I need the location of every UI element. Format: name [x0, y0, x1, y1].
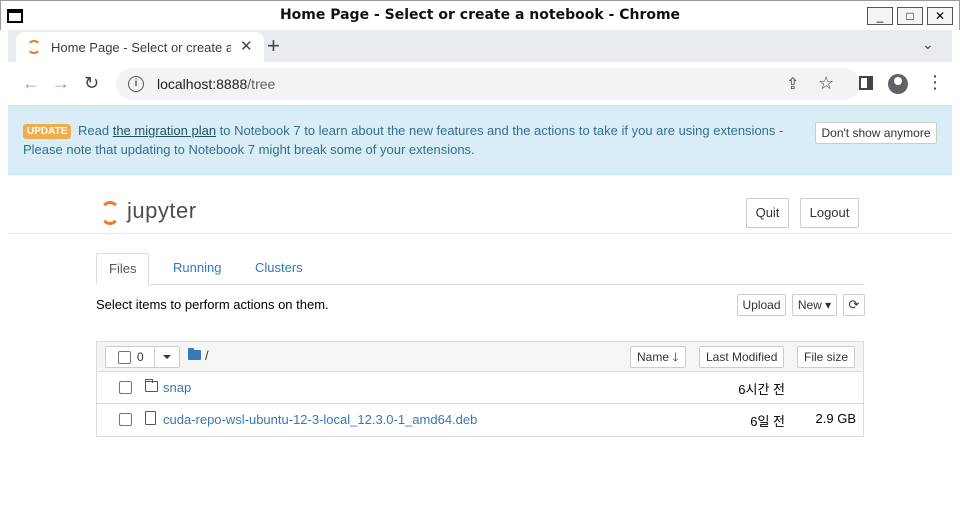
item-name-link[interactable]: cuda-repo-wsl-ubuntu-12-3-local_12.3.0-1… — [163, 412, 477, 427]
side-panel-icon[interactable] — [859, 76, 873, 90]
folder-icon[interactable] — [188, 348, 201, 360]
reload-button[interactable]: ↻ — [84, 73, 99, 94]
tab-running[interactable]: Running — [161, 253, 233, 285]
close-window-button[interactable]: ✕ — [927, 7, 953, 25]
forward-button[interactable]: → — [52, 73, 70, 94]
jupyter-logo-icon — [100, 201, 120, 225]
url-host: localhost:8888 — [157, 76, 248, 92]
upload-button[interactable]: Upload — [737, 294, 786, 316]
refresh-button[interactable]: ⟳ — [843, 294, 865, 316]
item-checkbox[interactable] — [119, 381, 132, 394]
site-info-icon[interactable]: i — [128, 76, 144, 92]
breadcrumb-root[interactable]: / — [205, 348, 209, 363]
browser-tabstrip: Home Page - Select or create a notebook … — [8, 30, 952, 62]
list-item[interactable]: snap 6시간 전 — [97, 372, 863, 404]
browser-menu-button[interactable]: ⋮ — [926, 73, 944, 91]
quit-button[interactable]: Quit — [746, 198, 789, 228]
profile-avatar-icon[interactable] — [888, 74, 908, 94]
new-tab-button[interactable]: + — [267, 33, 280, 59]
file-list-header: 0 / Name 🡓 Last Modified File size — [97, 342, 863, 372]
tab-clusters[interactable]: Clusters — [243, 253, 315, 285]
new-dropdown-button[interactable]: New ▾ — [792, 294, 837, 316]
banner-text-pre: Read — [78, 123, 113, 138]
item-name-link[interactable]: snap — [163, 380, 191, 395]
select-dropdown-button[interactable] — [154, 346, 180, 368]
item-size: 2.9 GB — [815, 411, 856, 426]
url-path: /tree — [247, 76, 276, 92]
tab-close-button[interactable]: ✕ — [240, 37, 253, 55]
sort-by-name-button[interactable]: Name 🡓 — [630, 346, 686, 368]
update-banner: Read the migration plan to Notebook 7 to… — [8, 106, 952, 175]
jupyter-header: jupyter Quit Logout — [8, 176, 952, 234]
sort-by-size-button[interactable]: File size — [797, 346, 856, 368]
folder-icon — [145, 379, 158, 392]
select-all-checkbox[interactable] — [118, 351, 131, 364]
maximize-button[interactable]: □ — [897, 7, 923, 25]
window-titlebar: Home Page - Select or create a notebook … — [0, 0, 960, 30]
address-bar[interactable]: i localhost:8888/tree ⇪ ☆ — [116, 68, 860, 100]
selected-count: 0 — [137, 350, 144, 364]
list-item[interactable]: cuda-repo-wsl-ubuntu-12-3-local_12.3.0-1… — [97, 404, 863, 436]
window-title: Home Page - Select or create a notebook … — [279, 7, 681, 23]
banner-message: Read the migration plan to Notebook 7 to… — [23, 121, 793, 159]
dashboard-tabs: Files Running Clusters — [96, 253, 864, 285]
item-modified: 6시간 전 — [738, 382, 785, 397]
update-badge: UPDATE — [23, 124, 72, 139]
jupyter-logo-text: jupyter — [127, 198, 197, 223]
select-all-box[interactable]: 0 — [105, 346, 155, 368]
item-modified: 6일 전 — [750, 414, 785, 429]
share-icon[interactable]: ⇪ — [786, 74, 799, 94]
file-icon — [145, 411, 156, 425]
url-text[interactable]: localhost:8888/tree — [157, 76, 275, 92]
item-checkbox[interactable] — [119, 413, 132, 426]
browser-toolbar: ← → ↻ i localhost:8888/tree ⇪ ☆ ⋮ — [8, 62, 952, 106]
tab-files[interactable]: Files — [96, 253, 150, 285]
sort-by-modified-button[interactable]: Last Modified — [699, 346, 785, 368]
minimize-button[interactable]: _ — [867, 7, 893, 25]
browser-tab[interactable]: Home Page - Select or create a notebook … — [16, 32, 264, 62]
migration-plan-link[interactable]: the migration plan — [113, 123, 216, 138]
page-content: Read the migration plan to Notebook 7 to… — [8, 106, 952, 522]
dont-show-anymore-button[interactable]: Don't show anymore — [815, 122, 937, 144]
logout-button[interactable]: Logout — [800, 198, 859, 228]
selection-hint: Select items to perform actions on them. — [96, 297, 329, 312]
file-list: 0 / Name 🡓 Last Modified File size snap … — [96, 341, 864, 437]
bookmark-star-icon[interactable]: ☆ — [818, 73, 834, 94]
tab-title: Home Page - Select or create a notebook — [51, 40, 231, 55]
back-button[interactable]: ← — [22, 73, 40, 94]
tab-search-button[interactable]: ⌄ — [922, 36, 934, 53]
jupyter-favicon-icon — [27, 40, 41, 54]
